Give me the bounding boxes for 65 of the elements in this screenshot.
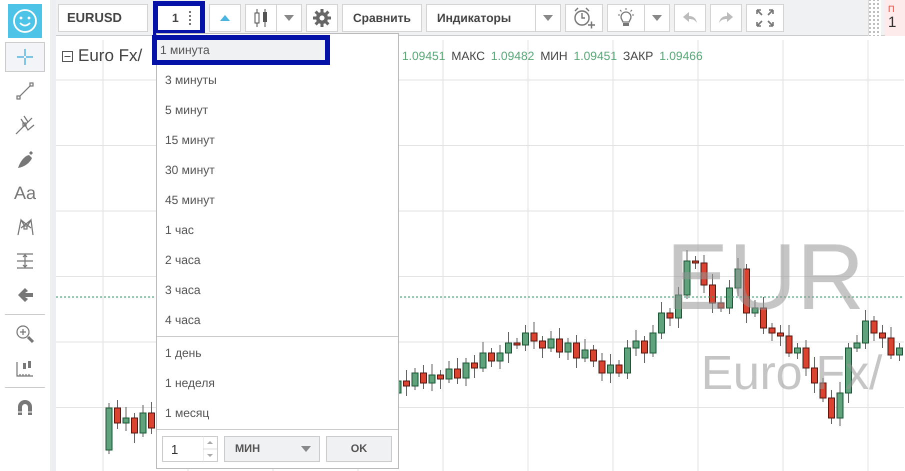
measure-icon (15, 251, 35, 271)
ok-button[interactable]: OK (326, 436, 392, 462)
caret-up-icon (220, 14, 230, 20)
settings-button[interactable] (306, 4, 338, 32)
caret-down-icon (301, 446, 311, 452)
collapse-icon[interactable] (62, 50, 73, 62)
ohlc-value: 1.09466 (659, 49, 703, 63)
brush-icon (15, 149, 35, 169)
interval-option[interactable]: 1 час (157, 215, 398, 245)
lightbulb-icon (616, 6, 636, 28)
zoom-icon (15, 324, 35, 344)
redo-icon (718, 10, 734, 24)
fullscreen-icon (756, 8, 774, 26)
interval-option[interactable]: 15 минут (157, 125, 398, 155)
ohlc-label: МИН (540, 49, 568, 63)
interval-option[interactable]: 1 неделя (157, 368, 398, 398)
chart-type-button[interactable] (245, 4, 277, 32)
undo-icon (682, 10, 698, 24)
compare-button[interactable]: Сравнить (342, 4, 422, 32)
dropdown-button[interactable] (276, 4, 302, 32)
unit-dropdown[interactable]: МИН (224, 436, 320, 462)
panel-label: П (888, 2, 896, 14)
pitchfork-icon (15, 115, 35, 135)
dropdown-button[interactable] (534, 4, 561, 32)
ohlc-value: 1.09451 (574, 49, 617, 63)
interval-option[interactable]: 1 минута (152, 35, 330, 65)
ohlc-label: ЗАКР (623, 49, 654, 63)
ruler-candles-icon (15, 358, 35, 378)
alarm-clock-plus-icon (572, 6, 595, 28)
interval-option[interactable]: 1 день (157, 338, 398, 368)
symbol-field[interactable]: EURUSD (58, 4, 148, 32)
interval-option[interactable]: 4 часа (157, 305, 398, 335)
indicators-button[interactable]: Индикаторы (426, 4, 536, 32)
interval-option[interactable]: 3 часа (157, 275, 398, 305)
symbol-title: Euro Fx/ (78, 46, 142, 66)
interval-option[interactable]: 30 минут (157, 155, 398, 185)
ideas-button[interactable] (606, 4, 645, 32)
interval-field[interactable]: 1 (153, 0, 205, 34)
number-field[interactable]: 1 (162, 436, 218, 462)
candlestick-icon (253, 8, 269, 28)
dropdown-button[interactable] (644, 4, 670, 32)
fullscreen-button[interactable] (746, 4, 784, 32)
crosshair-icon (15, 47, 35, 67)
ohlc-value: 1.09451 (402, 49, 446, 63)
caret-down-icon (542, 14, 553, 20)
panel-value: 1 (888, 14, 898, 30)
spinner-icon[interactable] (203, 436, 217, 462)
drag-handle[interactable] (868, 0, 881, 36)
interval-option[interactable]: 5 минут (157, 95, 398, 125)
pattern-icon (15, 217, 35, 237)
interval-option[interactable]: 3 минуты (157, 65, 398, 95)
interval-option[interactable]: 2 часа (157, 245, 398, 275)
tool-button[interactable]: Aa (5, 178, 45, 208)
tool-button[interactable] (5, 42, 45, 72)
magnet-icon (15, 397, 35, 417)
ohlc-value: 1.09482 (490, 49, 534, 63)
settings-icon (313, 8, 331, 26)
interval-option[interactable]: 1 месяц (157, 398, 398, 428)
alert-button[interactable] (564, 4, 603, 32)
text-tool-label: Aa (14, 182, 36, 204)
line-tool-icon (15, 81, 35, 101)
interval-option[interactable]: 45 минут (157, 185, 398, 215)
caret-down-icon (284, 14, 294, 20)
ohlc-label: МАКС (451, 49, 485, 63)
caret-down-icon (652, 14, 662, 20)
